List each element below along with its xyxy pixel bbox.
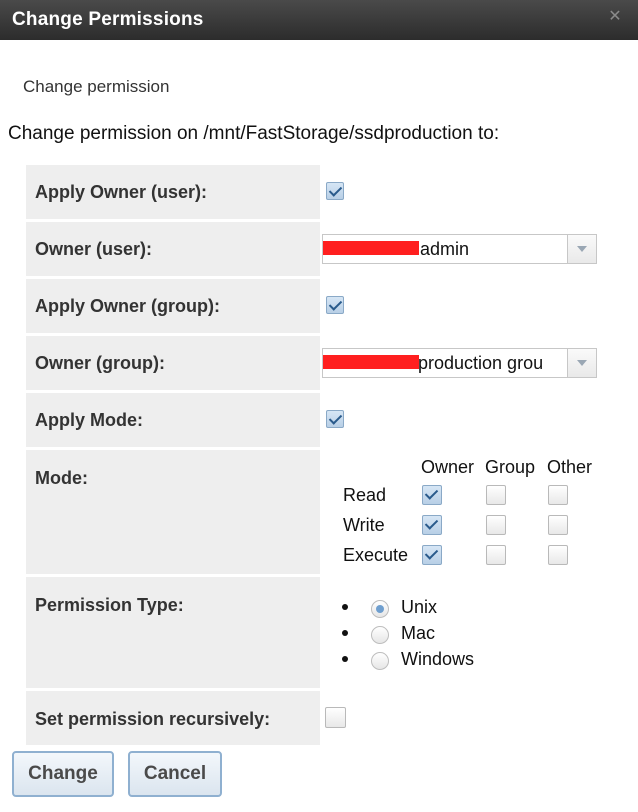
mode-column-other: Other	[547, 457, 593, 477]
apply-owner-group-checkbox[interactable]	[326, 296, 344, 314]
radio-mac-label: Mac	[401, 623, 436, 643]
intro-text: Change permission on /mnt/FastStorage/ss…	[8, 123, 500, 144]
mode-column-group: Group	[485, 457, 536, 477]
row-apply-owner-user: Apply Owner (user):	[26, 165, 320, 219]
execute-group-checkbox[interactable]	[486, 545, 506, 565]
read-owner-checkbox[interactable]	[422, 485, 442, 505]
owner-group-select[interactable]: production grou	[322, 348, 597, 378]
apply-owner-group-label: Apply Owner (group):	[35, 296, 220, 316]
read-group-checkbox[interactable]	[486, 485, 506, 505]
radio-unix[interactable]	[371, 600, 389, 618]
write-group-checkbox[interactable]	[486, 515, 506, 535]
bullet-icon	[342, 630, 348, 636]
dialog-title: Change Permissions	[12, 9, 204, 30]
radio-windows-label: Windows	[401, 649, 475, 669]
dialog-subtitle: Change permission	[23, 77, 170, 96]
radio-unix-label: Unix	[401, 597, 438, 617]
owner-group-label: Owner (group):	[35, 353, 165, 373]
mode-row-read: Read	[343, 485, 387, 505]
radio-mac[interactable]	[371, 626, 389, 644]
execute-owner-checkbox[interactable]	[422, 545, 442, 565]
apply-owner-user-checkbox[interactable]	[326, 182, 344, 200]
owner-user-label: Owner (user):	[35, 239, 153, 259]
change-button[interactable]: Change	[12, 751, 114, 797]
row-mode: Mode:	[26, 450, 320, 574]
write-other-checkbox[interactable]	[548, 515, 568, 535]
bullet-icon	[342, 604, 348, 610]
row-apply-mode: Apply Mode:	[26, 393, 320, 447]
bullet-icon	[342, 656, 348, 662]
read-other-checkbox[interactable]	[548, 485, 568, 505]
chevron-down-icon[interactable]	[567, 235, 596, 263]
owner-user-select[interactable]: admin	[322, 234, 597, 264]
apply-mode-checkbox[interactable]	[326, 410, 344, 428]
recursive-checkbox[interactable]	[325, 707, 346, 728]
apply-mode-label: Apply Mode:	[35, 410, 143, 430]
mode-row-execute: Execute	[343, 545, 409, 565]
redaction-mark	[323, 355, 419, 369]
mode-row-write: Write	[343, 515, 385, 535]
redaction-mark	[323, 241, 419, 255]
cancel-button[interactable]: Cancel	[128, 751, 222, 797]
execute-other-checkbox[interactable]	[548, 545, 568, 565]
row-owner-user: Owner (user):	[26, 222, 320, 276]
row-apply-owner-group: Apply Owner (group):	[26, 279, 320, 333]
permission-type-label: Permission Type:	[35, 595, 184, 615]
chevron-down-icon[interactable]	[567, 349, 596, 377]
close-icon[interactable]: ✕	[608, 9, 622, 25]
row-owner-group: Owner (group):	[26, 336, 320, 390]
mode-label: Mode:	[35, 468, 88, 488]
row-recursive: Set permission recursively:	[26, 691, 320, 745]
apply-owner-user-label: Apply Owner (user):	[35, 182, 208, 202]
title-bar: Change Permissions ✕	[0, 0, 638, 40]
write-owner-checkbox[interactable]	[422, 515, 442, 535]
mode-column-owner: Owner	[421, 457, 475, 477]
recursive-label: Set permission recursively:	[35, 709, 271, 729]
radio-windows[interactable]	[371, 652, 389, 670]
row-permission-type: Permission Type:	[26, 577, 320, 688]
